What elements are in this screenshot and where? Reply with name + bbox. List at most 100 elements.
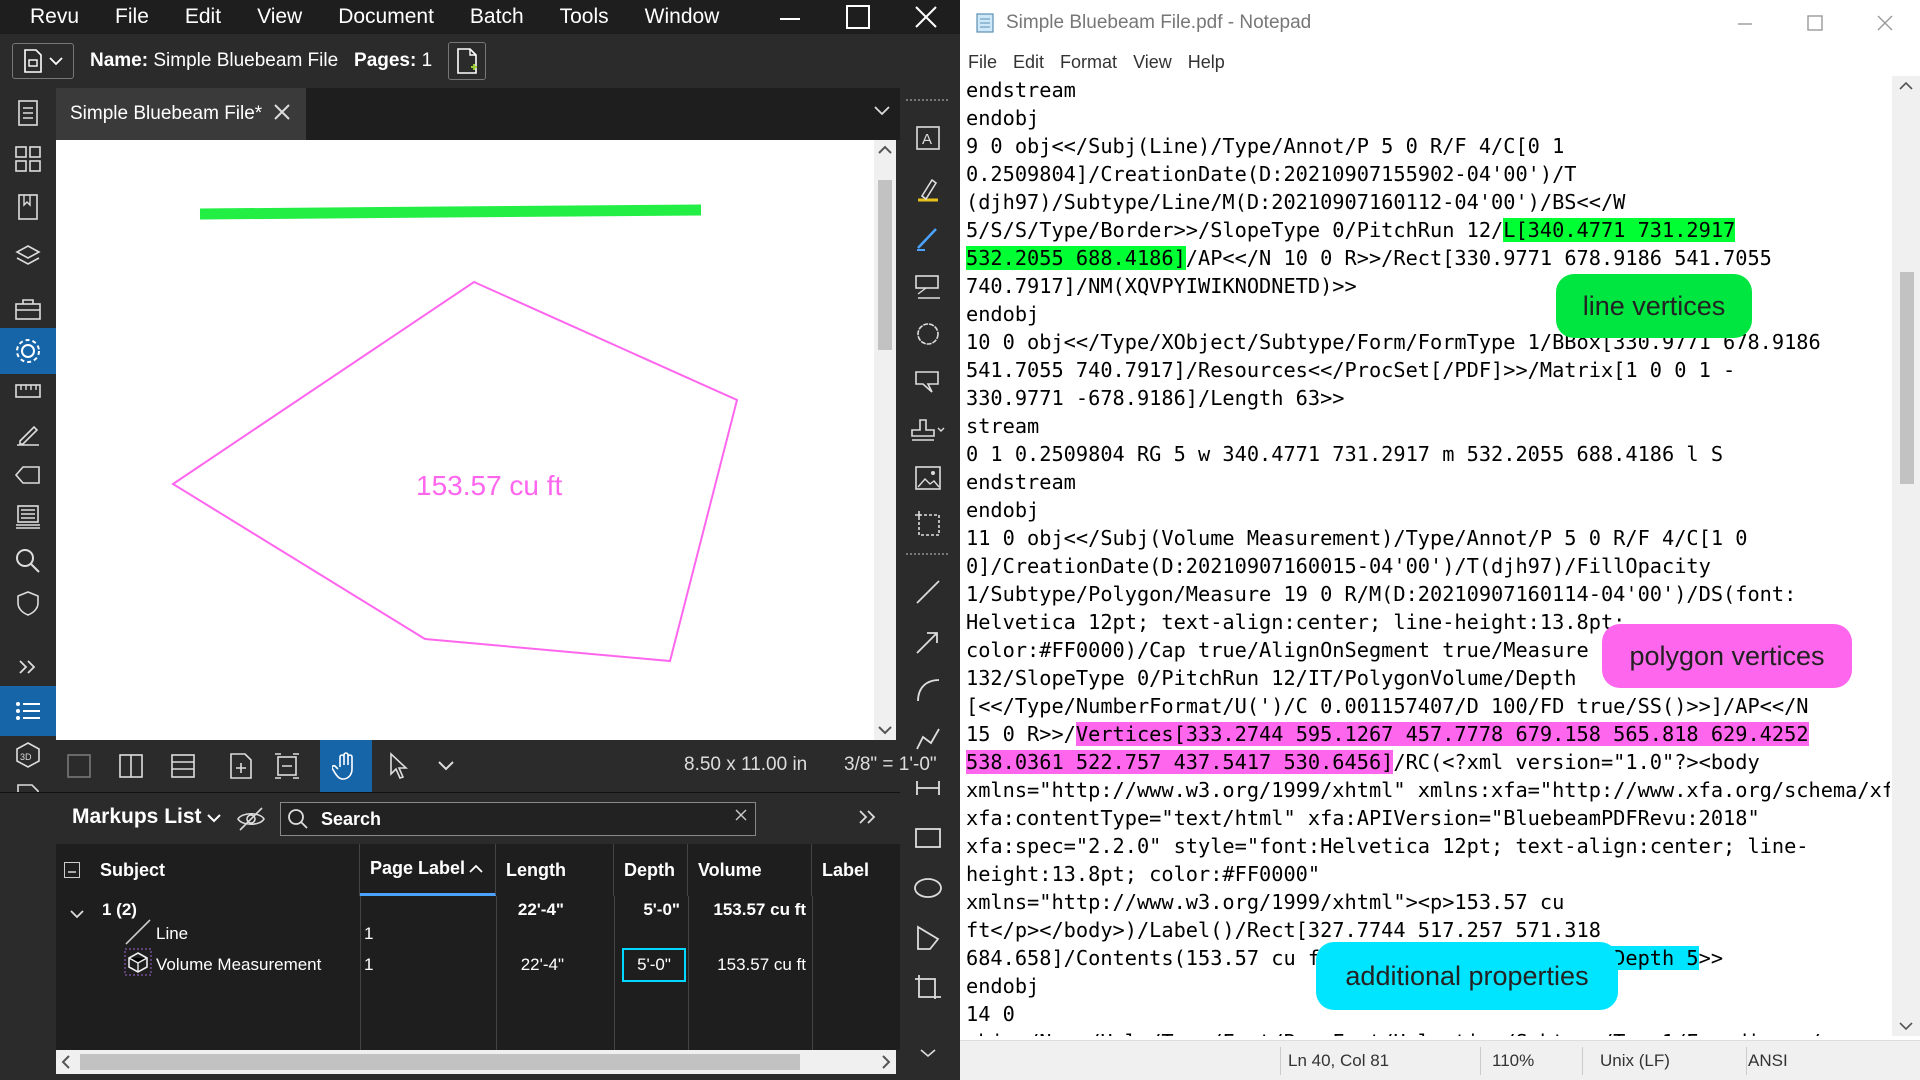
expand-panel-button[interactable]: [0, 642, 56, 692]
markups-horizontal-scrollbar[interactable]: [56, 1050, 896, 1074]
chevron-down-icon: [70, 910, 84, 919]
markups-scroll-thumb[interactable]: [80, 1054, 800, 1070]
highlight-tool[interactable]: [900, 166, 956, 214]
highlighter-icon: [918, 178, 938, 202]
menu-view[interactable]: View: [1125, 52, 1180, 73]
menu-revu[interactable]: Revu: [0, 5, 97, 29]
chevron-down-icon: [874, 106, 890, 116]
text-line: 5/S/S/Type/Border>>/SlopeType 0/PitchRun…: [966, 216, 1890, 244]
text-segment: 330.9771 -678.9186]/Length 63>>: [966, 386, 1345, 410]
ellipse-tool[interactable]: [900, 864, 956, 912]
stamp-tool[interactable]: [900, 406, 956, 454]
column-header-subject[interactable]: Subject: [56, 844, 360, 896]
split-horizontal-view[interactable]: [160, 740, 206, 792]
menu-edit[interactable]: Edit: [167, 5, 239, 29]
toolchest-tab[interactable]: [0, 284, 56, 334]
line-markup[interactable]: [199, 204, 702, 220]
text-segment: endobj: [966, 498, 1040, 522]
collapse-markups-button[interactable]: [858, 809, 878, 830]
cloud-tool[interactable]: [900, 310, 956, 358]
polygon-tool[interactable]: [900, 914, 956, 962]
column-header-length[interactable]: Length: [496, 844, 614, 896]
expand-group-toggle[interactable]: [70, 904, 84, 924]
crop-tool[interactable]: [900, 964, 956, 1012]
new-document-button[interactable]: [448, 42, 487, 80]
thumbnails-tab[interactable]: [0, 88, 56, 138]
markups-list-title[interactable]: Markups List: [72, 805, 222, 829]
menu-document[interactable]: Document: [320, 5, 452, 29]
text-box-tool[interactable]: A: [900, 114, 956, 162]
scroll-up-icon: [878, 145, 892, 154]
column-header-volume[interactable]: Volume: [688, 844, 812, 896]
canvas-vertical-scrollbar[interactable]: [874, 140, 896, 740]
line-tool[interactable]: [900, 568, 956, 616]
collapse-all-toggle[interactable]: [64, 862, 80, 878]
menu-format[interactable]: Format: [1052, 52, 1125, 73]
canvas-scroll-thumb[interactable]: [878, 180, 892, 350]
fit-width-button[interactable]: [264, 740, 310, 792]
markups-search-box[interactable]: Search: [280, 802, 756, 836]
stamps-tab[interactable]: [0, 492, 56, 542]
close-button[interactable]: [1850, 0, 1920, 46]
document-tab[interactable]: Simple Bluebeam File*: [56, 88, 306, 140]
more-tools-dropdown[interactable]: [432, 740, 460, 792]
minimize-button[interactable]: [756, 0, 824, 34]
menu-window[interactable]: Window: [627, 5, 738, 29]
pages-tab[interactable]: [0, 134, 56, 184]
sync-button[interactable]: [218, 740, 264, 792]
studio-tab[interactable]: [0, 578, 56, 628]
maximize-button[interactable]: [1780, 0, 1850, 46]
menu-view[interactable]: View: [239, 5, 320, 29]
minimize-icon: [780, 18, 800, 20]
close-tab-button[interactable]: [272, 102, 292, 128]
clear-search-button[interactable]: [735, 808, 747, 826]
menu-help[interactable]: Help: [1180, 52, 1233, 73]
page-size-readout[interactable]: 8.50 x 11.00 in: [684, 754, 807, 776]
menu-tools[interactable]: Tools: [542, 5, 627, 29]
document-menu-button[interactable]: [12, 43, 74, 79]
signature-pen-icon: [17, 425, 39, 446]
list-icon: [16, 702, 40, 720]
chevron-down-icon: [207, 814, 222, 823]
notepad-vertical-scrollbar[interactable]: [1892, 76, 1920, 1036]
rail-more[interactable]: [900, 1038, 956, 1068]
image-tool[interactable]: [900, 454, 956, 502]
column-header-label[interactable]: Label: [812, 844, 900, 896]
hide-markups-button[interactable]: [236, 806, 266, 837]
menu-batch[interactable]: Batch: [452, 5, 542, 29]
rectangle-tool[interactable]: [900, 814, 956, 862]
text-segment: endstream: [966, 78, 1076, 102]
minimize-button[interactable]: [1710, 0, 1780, 46]
text-callout-tool[interactable]: [900, 358, 956, 406]
dimension-icon: [916, 781, 940, 795]
pan-tool[interactable]: [320, 740, 372, 792]
polygon-icon: [917, 925, 940, 950]
pdf-canvas[interactable]: 153.57 cu ft: [56, 140, 874, 740]
callout-tool[interactable]: [900, 262, 956, 310]
close-button[interactable]: [892, 0, 960, 34]
scale-readout[interactable]: 3/8" = 1'-0": [844, 754, 937, 776]
pen-tool[interactable]: [900, 214, 956, 262]
column-header-depth[interactable]: Depth: [614, 844, 688, 896]
markups-list-tab[interactable]: [0, 686, 56, 736]
arrow-tool[interactable]: [900, 618, 956, 666]
single-page-view[interactable]: [56, 740, 102, 792]
tab-list-dropdown[interactable]: [874, 104, 890, 122]
text-segment: 0]/CreationDate(D:20210907160015-04'00')…: [966, 554, 1711, 578]
menu-file[interactable]: File: [960, 52, 1005, 73]
depth-edit-cell[interactable]: 5'-0": [622, 948, 686, 982]
depth-value: 5'-0": [643, 900, 680, 919]
bookmarks-tab[interactable]: [0, 182, 56, 232]
maximize-button[interactable]: [824, 0, 892, 34]
split-vertical-view[interactable]: [108, 740, 154, 792]
layers-tab[interactable]: [0, 232, 56, 282]
text-segment: (djh97)/Subtype/Line/M(D:20210907160112-…: [966, 190, 1626, 214]
menu-file[interactable]: File: [97, 5, 167, 29]
notepad-text-area[interactable]: endstream endobj 9 0 obj<</Subj(Line)/Type…: [960, 76, 1890, 1036]
menu-edit[interactable]: Edit: [1005, 52, 1052, 73]
column-header-page-label[interactable]: Page Label: [360, 844, 496, 896]
arc-tool[interactable]: [900, 666, 956, 714]
select-tool[interactable]: [376, 740, 422, 792]
snapshot-tool[interactable]: [900, 500, 956, 548]
notepad-scroll-thumb[interactable]: [1900, 272, 1914, 484]
